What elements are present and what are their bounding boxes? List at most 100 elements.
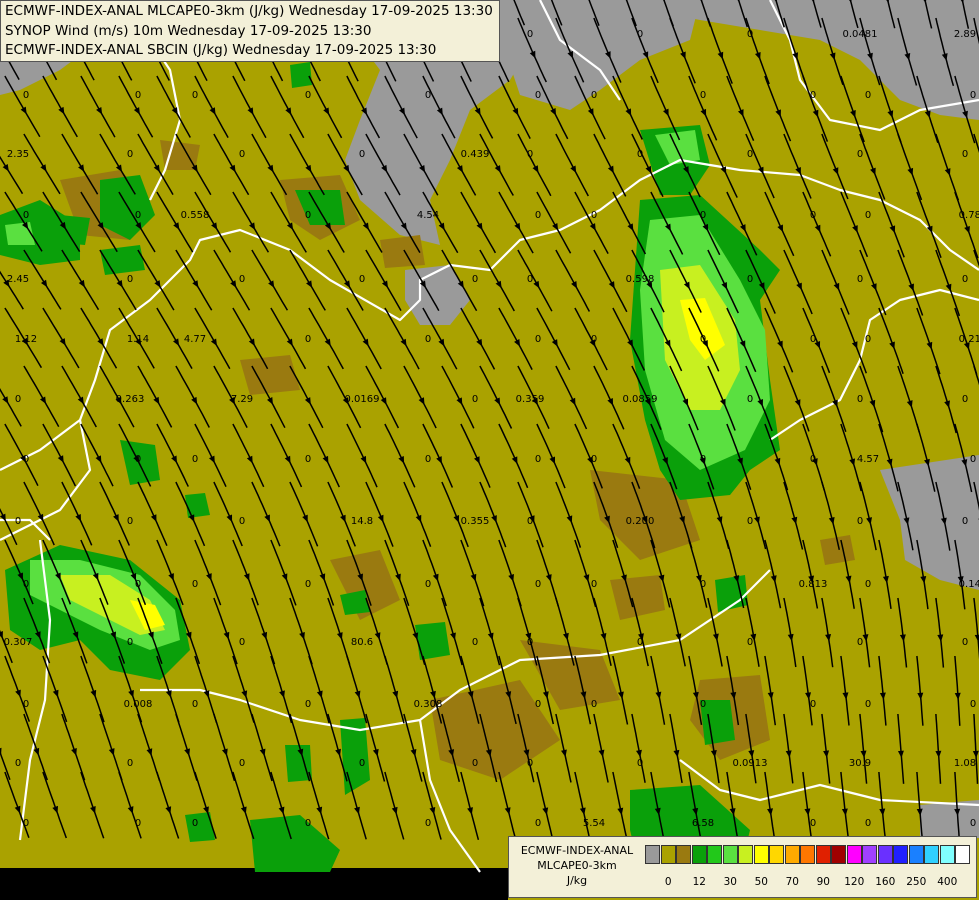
colorbar-tick-label: 0: [664, 876, 672, 888]
sbcin-value-label: 0: [857, 394, 863, 405]
sbcin-value-label: 0.0169: [345, 394, 380, 405]
sbcin-value-label: 0: [135, 210, 141, 221]
sbcin-value-label: 0: [747, 394, 753, 405]
sbcin-value-label: 0: [865, 579, 871, 590]
sbcin-value-label: 0: [305, 454, 311, 465]
colorbar-swatch: [769, 845, 784, 864]
sbcin-value-label: 0: [135, 90, 141, 101]
sbcin-value-label: 0: [865, 818, 871, 829]
colorbar-units: J/kg: [566, 874, 588, 887]
sbcin-value-label: 0.307: [4, 637, 33, 648]
sbcin-value-label: 0: [637, 149, 643, 160]
sbcin-value-label: 0: [472, 274, 478, 285]
sbcin-value-label: 0.598: [626, 274, 655, 285]
sbcin-value-label: 0: [359, 149, 365, 160]
sbcin-value-label: 0: [425, 454, 431, 465]
sbcin-value-label: 0: [23, 579, 29, 590]
colorbar-tick-label: 70: [785, 876, 799, 888]
header-line-sbcin: ECMWF-INDEX-ANAL SBCIN (J/kg) Wednesday …: [5, 42, 437, 58]
sbcin-value-label: 0: [305, 334, 311, 345]
sbcin-value-label: 0: [747, 29, 753, 40]
colorbar-tick-label: 160: [875, 876, 896, 888]
sbcin-value-label: 0: [970, 90, 976, 101]
sbcin-value-label: 0.784: [959, 210, 979, 221]
sbcin-value-label: 0: [305, 579, 311, 590]
field-green: [290, 62, 312, 88]
sbcin-value-label: 0: [527, 29, 533, 40]
sbcin-value-label: 80.6: [351, 637, 373, 648]
colorbar-title-line-2: MLCAPE0-3km: [537, 859, 617, 872]
sbcin-value-label: 0: [591, 699, 597, 710]
sbcin-value-label: 0: [591, 90, 597, 101]
sbcin-value-label: 0: [591, 210, 597, 221]
sbcin-value-label: 0.558: [181, 210, 210, 221]
sbcin-value-label: 4.57: [857, 454, 879, 465]
colorbar-swatch: [908, 845, 924, 864]
sbcin-value-label: 0: [192, 454, 198, 465]
colorbar-swatch: [784, 845, 800, 864]
sbcin-value-label: 0: [127, 516, 133, 527]
sbcin-value-label: 0.0859: [623, 394, 658, 405]
sbcin-value-label: 0: [472, 394, 478, 405]
sbcin-value-label: 0: [970, 454, 976, 465]
map-edge-black: [0, 868, 508, 900]
sbcin-value-label: 0: [591, 454, 597, 465]
sbcin-value-label: 0: [962, 274, 968, 285]
sbcin-value-label: 0.813: [799, 579, 828, 590]
colorbar-tick-label: 50: [754, 876, 768, 888]
weather-map: 00.8310000000.04812.89000000000002.35000…: [0, 0, 979, 900]
colorbar-legend: ECMWF-INDEX-ANAL MLCAPE0-3km J/kg 0 12 30 5…: [508, 836, 977, 898]
sbcin-value-label: 0: [135, 579, 141, 590]
sbcin-value-label: 0: [127, 637, 133, 648]
sbcin-value-label: 2.89: [954, 29, 976, 40]
sbcin-value-label: 0: [810, 699, 816, 710]
field-brown: [380, 235, 425, 268]
sbcin-value-label: 0: [857, 637, 863, 648]
sbcin-value-label: 0.355: [461, 516, 490, 527]
sbcin-value-label: 0: [527, 274, 533, 285]
sbcin-value-label: 0: [857, 516, 863, 527]
colorbar-swatch: [707, 845, 722, 864]
sbcin-value-label: 0: [127, 149, 133, 160]
sbcin-value-label: 1.12: [15, 334, 37, 345]
sbcin-value-label: 0: [857, 274, 863, 285]
sbcin-value-label: 6.58: [692, 818, 714, 829]
sbcin-value-label: 0.0913: [733, 758, 768, 769]
sbcin-value-label: 0: [535, 699, 541, 710]
sbcin-value-label: 0: [700, 210, 706, 221]
colorbar-swatch: [738, 845, 753, 864]
map-header-legend: ECMWF-INDEX-ANAL MLCAPE0-3km (J/kg) Wedn…: [0, 0, 500, 62]
sbcin-value-label: 5.54: [583, 818, 605, 829]
sbcin-value-label: 0: [700, 454, 706, 465]
sbcin-value-label: 0: [810, 210, 816, 221]
sbcin-value-label: 0.308: [414, 699, 443, 710]
sbcin-value-label: 0: [23, 818, 29, 829]
sbcin-value-label: 0: [700, 579, 706, 590]
sbcin-value-label: 0: [135, 818, 141, 829]
sbcin-value-label: 0: [472, 758, 478, 769]
sbcin-value-label: 0: [305, 818, 311, 829]
sbcin-value-label: 0: [23, 454, 29, 465]
sbcin-value-label: 0.148: [959, 579, 979, 590]
sbcin-value-label: 0: [359, 274, 365, 285]
sbcin-value-label: 0: [305, 699, 311, 710]
sbcin-value-label: 0: [962, 637, 968, 648]
sbcin-value-label: 0: [637, 758, 643, 769]
sbcin-value-label: 4.54: [417, 210, 439, 221]
colorbar-tick-label: 400: [937, 876, 958, 888]
sbcin-value-label: 0: [127, 274, 133, 285]
sbcin-value-label: 0: [305, 90, 311, 101]
colorbar-swatch: [676, 845, 691, 864]
sbcin-value-label: 0: [239, 637, 245, 648]
header-line-wind: SYNOP Wind (m/s) 10m Wednesday 17-09-202…: [5, 22, 372, 39]
sbcin-value-label: 0: [700, 699, 706, 710]
sbcin-value-label: 0: [192, 579, 198, 590]
sbcin-value-label: 0: [962, 516, 968, 527]
sbcin-value-label: 0: [425, 579, 431, 590]
sbcin-value-label: 0: [135, 454, 141, 465]
sbcin-value-label: 0: [535, 579, 541, 590]
colorbar-swatch: [877, 845, 893, 864]
sbcin-value-label: 0: [637, 637, 643, 648]
sbcin-value-label: 0: [747, 637, 753, 648]
header-line-mlcape: ECMWF-INDEX-ANAL MLCAPE0-3km (J/kg) Wedn…: [5, 3, 493, 19]
